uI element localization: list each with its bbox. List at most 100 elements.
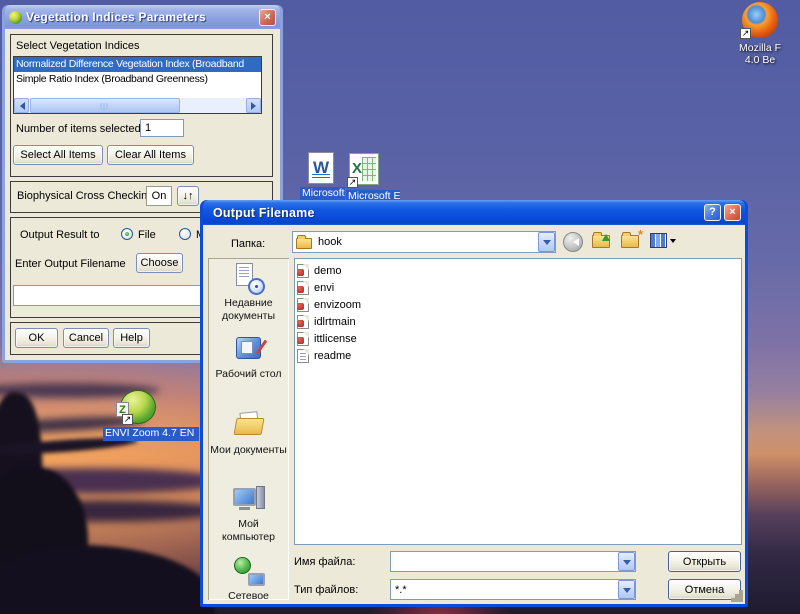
folder-label: Папка: [231, 238, 266, 250]
chevron-down-icon [622, 587, 631, 597]
desktop-icon-envi-zoom-label: ENVI Zoom 4.7 EN [103, 427, 199, 441]
num-selected-label: Number of items selected: [16, 123, 144, 135]
biophysical-toggle-button[interactable]: ↓↑ [177, 186, 199, 206]
file-row[interactable]: demo [297, 262, 739, 279]
shortcut-arrow-icon: ↗ [347, 177, 358, 188]
radio-file-label[interactable]: File [138, 229, 156, 241]
desktop-icon-label: Mozilla F [738, 42, 781, 54]
places-item-recent[interactable]: Недавние документы [208, 263, 289, 323]
desktop-icon-word[interactable]: W [308, 152, 334, 184]
application-file-icon [297, 331, 309, 346]
close-icon[interactable]: × [259, 8, 276, 26]
file-name[interactable]: envi [314, 282, 334, 294]
scroll-right-button[interactable] [246, 98, 261, 113]
filename-combobox[interactable] [390, 551, 636, 572]
file-row[interactable]: envi [297, 279, 739, 296]
file-name[interactable]: envizoom [314, 299, 361, 311]
file-row[interactable]: ittlicense [297, 330, 739, 347]
select-all-button[interactable]: Select All Items [13, 145, 103, 165]
places-item-label: Недавние [224, 297, 273, 309]
arrow-up-icon [602, 230, 610, 241]
places-item-label: Мой [238, 518, 259, 530]
open-button[interactable]: Открыть [668, 551, 741, 572]
back-button[interactable] [563, 232, 583, 252]
output-dialog-body: Папка: hook * Недавние документы Рабочий… [203, 225, 745, 604]
places-item-label: Рабочий стол [215, 368, 282, 380]
scroll-left-button[interactable] [14, 98, 29, 113]
output-dialog-titlebar[interactable]: Output Filename ? × [203, 200, 745, 225]
chevron-down-icon [622, 559, 631, 569]
vegetation-dialog-titlebar[interactable]: Vegetation Indices Parameters × [5, 5, 280, 29]
arrow-left-icon [16, 101, 25, 110]
vegetation-indices-listbox[interactable]: Normalized Difference Vegetation Index (… [13, 56, 262, 114]
file-name[interactable]: ittlicense [314, 333, 357, 345]
file-name[interactable]: demo [314, 265, 342, 277]
arrow-right-icon [250, 101, 260, 110]
filetype-combobox[interactable]: *.* [390, 579, 636, 600]
sparkle-icon: * [637, 227, 643, 242]
application-file-icon [297, 263, 309, 278]
application-file-icon [297, 314, 309, 329]
folder-icon [296, 235, 312, 249]
desktop: { "colors": { "titlebar_active": "#0B4CD… [0, 0, 800, 614]
horizontal-scrollbar[interactable] [14, 98, 261, 113]
cancel-button[interactable]: Отмена [668, 579, 741, 600]
folder-combobox[interactable]: hook [292, 231, 556, 253]
help-button[interactable]: Help [113, 328, 150, 348]
help-icon[interactable]: ? [704, 204, 721, 221]
new-folder-button[interactable]: * [621, 227, 643, 248]
filetype-dropdown-button[interactable] [618, 580, 635, 599]
filename-label: Имя файла: [294, 556, 356, 568]
up-folder-button[interactable] [592, 232, 610, 248]
cancel-button[interactable]: Cancel [63, 328, 109, 348]
file-row[interactable]: readme [297, 347, 739, 364]
file-list[interactable]: demo envi envizoom idlrtmain ittlicense … [294, 258, 742, 545]
file-name[interactable]: idlrtmain [314, 316, 356, 328]
file-row[interactable]: idlrtmain [297, 313, 739, 330]
filename-dropdown-button[interactable] [618, 552, 635, 571]
output-result-label: Output Result to [20, 229, 100, 241]
text-file-icon [297, 348, 309, 363]
close-icon[interactable]: × [724, 204, 741, 221]
dialog-title: Output Filename [213, 205, 315, 220]
places-item-label: Сетевое [228, 590, 269, 602]
application-file-icon [297, 280, 309, 295]
desktop-icon-firefox[interactable]: ↗ Mozilla F 4.0 Be [722, 2, 798, 66]
biophysical-value-field[interactable]: On [146, 186, 172, 206]
biophysical-label: Biophysical Cross Checking [17, 190, 154, 202]
select-indices-label: Select Vegetation Indices [16, 40, 140, 52]
list-item[interactable]: Normalized Difference Vegetation Index (… [14, 57, 261, 72]
output-filename-dialog: Output Filename ? × Папка: hook * Недавн… [200, 200, 748, 607]
clear-all-button[interactable]: Clear All Items [107, 145, 194, 165]
file-name[interactable]: readme [314, 350, 351, 362]
list-item[interactable]: Simple Ratio Index (Broadband Greenness) [14, 72, 261, 87]
file-row[interactable]: envizoom [297, 296, 739, 313]
word-icon: W [308, 152, 334, 184]
my-documents-icon [232, 410, 266, 442]
places-item-my-computer[interactable]: Мой компьютер [208, 484, 289, 544]
recent-documents-icon [232, 263, 266, 295]
num-selected-field[interactable]: 1 [140, 119, 184, 137]
radio-memory[interactable] [179, 228, 191, 240]
places-item-network[interactable]: Сетевое [208, 556, 289, 603]
places-item-label: документы [221, 310, 276, 322]
places-item-label: Мои документы [210, 444, 287, 456]
chevron-down-icon [670, 239, 676, 246]
desktop-icon-envi-zoom[interactable]: Z ↗ [116, 390, 156, 425]
choose-button[interactable]: Choose [136, 253, 183, 273]
shortcut-arrow-icon: ↗ [740, 28, 751, 39]
views-menu-button[interactable] [650, 233, 676, 249]
places-item-my-documents[interactable]: Мои документы [208, 410, 289, 457]
ok-button[interactable]: OK [15, 328, 58, 348]
radio-selected-dot [125, 232, 129, 236]
radio-file[interactable] [121, 228, 133, 240]
new-folder-icon [621, 232, 639, 248]
resize-grip[interactable] [739, 598, 743, 602]
desktop-icon-excel[interactable]: X ↗ [347, 153, 379, 188]
places-item-desktop[interactable]: Рабочий стол [208, 334, 289, 381]
places-item-label: компьютер [222, 531, 275, 543]
folder-dropdown-button[interactable] [538, 232, 555, 252]
desktop-icon-label: 4.0 Be [744, 54, 776, 66]
places-bar: Недавние документы Рабочий стол Мои доку… [208, 258, 289, 603]
scrollbar-thumb[interactable] [30, 98, 180, 113]
